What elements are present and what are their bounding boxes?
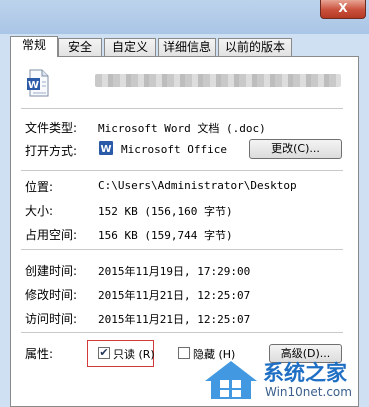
svg-text:W: W [28, 80, 39, 91]
file-name-field[interactable] [95, 74, 341, 87]
tab-security[interactable]: 安全 [58, 38, 102, 56]
size-label: 大小: [25, 204, 54, 218]
separator [21, 332, 343, 333]
created-label: 创建时间: [25, 264, 78, 278]
tab-previous-versions[interactable]: 以前的版本 [218, 38, 292, 56]
general-panel: W 文件类型: Microsoft Word 文档 (.doc) 打开方式: W… [10, 56, 359, 407]
change-button[interactable]: 更改(C)... [249, 139, 342, 159]
file-type-value: Microsoft Word 文档 (.doc) [98, 122, 266, 135]
watermark-url: Win10net.com [265, 385, 352, 399]
open-with-label: 打开方式: [25, 144, 78, 158]
svg-text:W: W [100, 144, 111, 155]
size-on-disk-value: 156 KB (159,744 字节) [98, 229, 233, 242]
location-value: C:\Users\Administrator\Desktop [98, 179, 297, 192]
modified-value: 2015年11月21日, 12:25:07 [98, 289, 251, 302]
attributes-label: 属性: [25, 347, 54, 361]
readonly-label[interactable]: 只读 (R) [113, 346, 155, 362]
accessed-value: 2015年11月21日, 12:25:07 [98, 313, 251, 326]
modified-label: 修改时间: [25, 288, 78, 302]
tab-general[interactable]: 常规 [10, 36, 58, 57]
title-bar: X [0, 0, 369, 34]
hidden-checkbox[interactable] [178, 347, 190, 359]
created-value: 2015年11月19日, 17:29:00 [98, 265, 251, 278]
separator [21, 249, 343, 250]
separator [21, 108, 343, 109]
accessed-label: 访问时间: [25, 312, 78, 326]
size-value: 152 KB (156,160 字节) [98, 205, 233, 218]
tab-details[interactable]: 详细信息 [158, 38, 216, 56]
watermark-title: 系统之家 [263, 361, 347, 385]
size-on-disk-label: 占用空间: [25, 228, 78, 242]
file-type-label: 文件类型: [25, 121, 78, 135]
close-button[interactable]: X [320, 0, 366, 19]
word-app-icon: W [99, 141, 113, 155]
separator [21, 170, 343, 171]
location-label: 位置: [25, 180, 54, 194]
word-document-icon: W [27, 69, 49, 97]
open-with-value: Microsoft Office Wo [121, 143, 233, 156]
watermark-logo: 系统之家 Win10net.com [201, 355, 356, 405]
readonly-checkbox[interactable]: ✔ [98, 347, 110, 359]
checkmark-icon: ✔ [99, 346, 109, 359]
tab-custom[interactable]: 自定义 [104, 38, 156, 56]
